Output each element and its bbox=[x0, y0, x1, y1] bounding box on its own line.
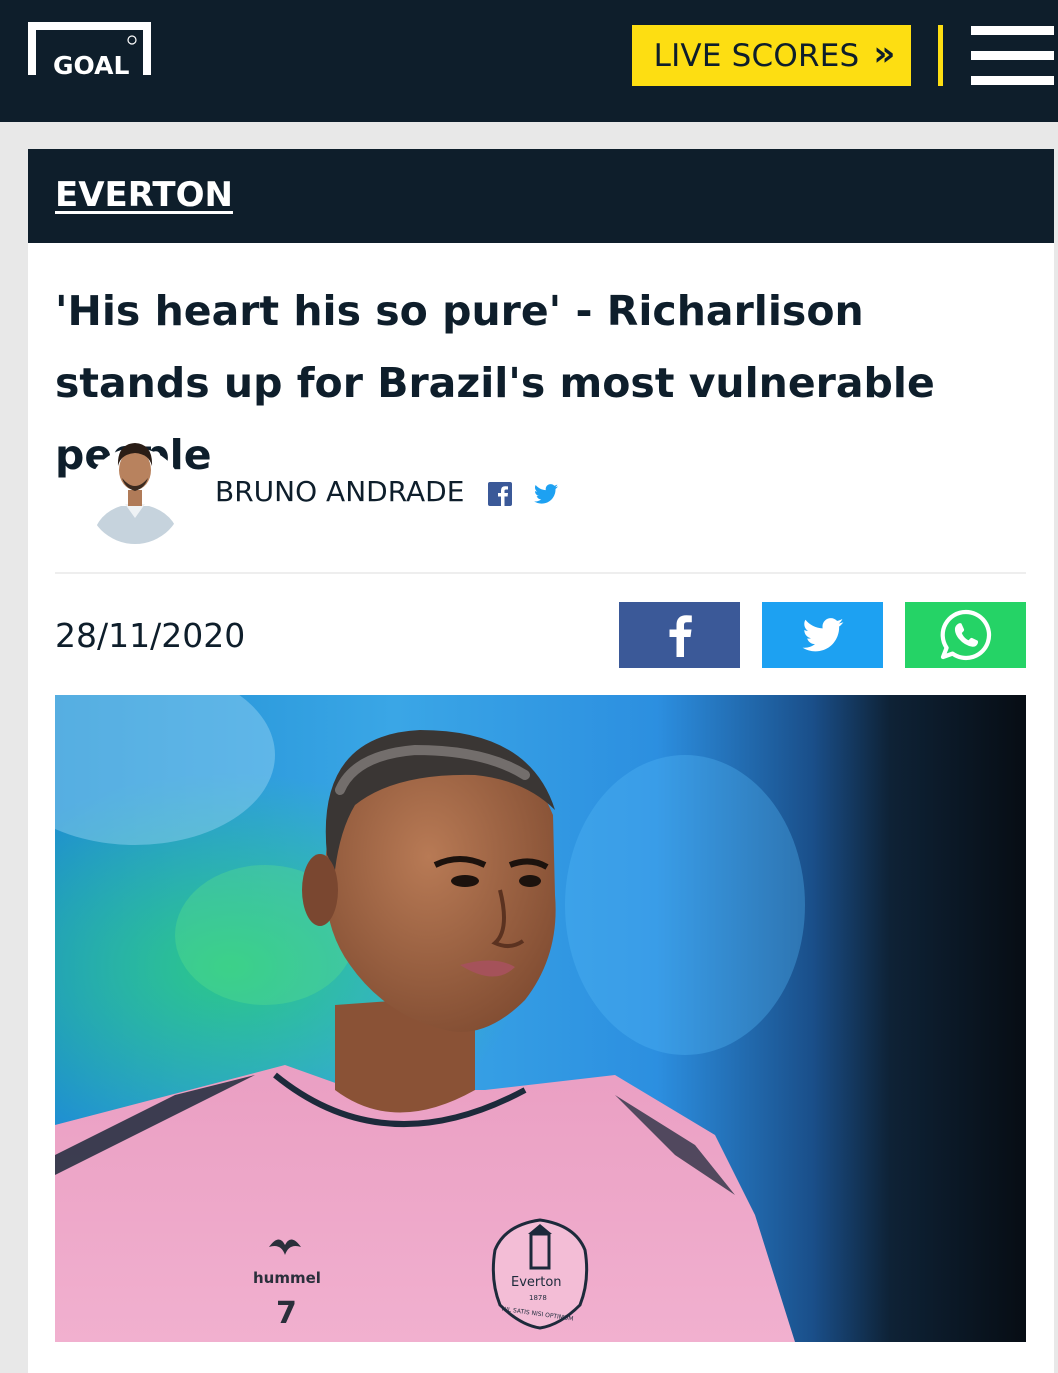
author-name[interactable]: BRUNO ANDRADE bbox=[215, 475, 464, 508]
logo-text: GOAL bbox=[53, 51, 129, 75]
byline-divider bbox=[55, 572, 1026, 574]
category-link[interactable]: EVERTON bbox=[55, 175, 233, 215]
live-scores-label: LIVE SCORES bbox=[653, 37, 860, 74]
live-scores-button[interactable]: LIVE SCORES » bbox=[632, 25, 911, 86]
share-whatsapp-button[interactable] bbox=[905, 602, 1026, 668]
author-avatar[interactable] bbox=[87, 434, 184, 544]
kit-number-text: 7 bbox=[276, 1296, 297, 1331]
crest-year-text: 1878 bbox=[529, 1294, 547, 1302]
category-bar: EVERTON bbox=[28, 149, 1054, 243]
kit-brand-text: hummel bbox=[253, 1269, 321, 1287]
share-twitter-button[interactable] bbox=[762, 602, 883, 668]
crest-name-text: Everton bbox=[511, 1275, 562, 1290]
publish-date: 28/11/2020 bbox=[55, 616, 246, 655]
goal-logo[interactable]: GOAL bbox=[28, 20, 151, 80]
article-headline: 'His heart his so pure' - Richarlison st… bbox=[55, 287, 935, 479]
twitter-icon[interactable] bbox=[534, 483, 558, 505]
article-hero-image: hummel 7 Everton 1878 NIL SATIS NISI OPT… bbox=[55, 695, 1026, 1342]
facebook-icon[interactable] bbox=[488, 482, 512, 506]
menu-icon[interactable] bbox=[971, 26, 1054, 86]
header-divider bbox=[938, 25, 943, 86]
facebook-icon bbox=[669, 615, 692, 657]
site-header: GOAL LIVE SCORES » bbox=[0, 0, 1058, 122]
share-facebook-button[interactable] bbox=[619, 602, 740, 668]
chevron-double-right-icon: » bbox=[873, 33, 895, 74]
whatsapp-icon bbox=[940, 609, 991, 661]
article-card: EVERTON 'His heart his so pure' - Richar… bbox=[28, 149, 1054, 1373]
twitter-icon bbox=[802, 618, 843, 652]
